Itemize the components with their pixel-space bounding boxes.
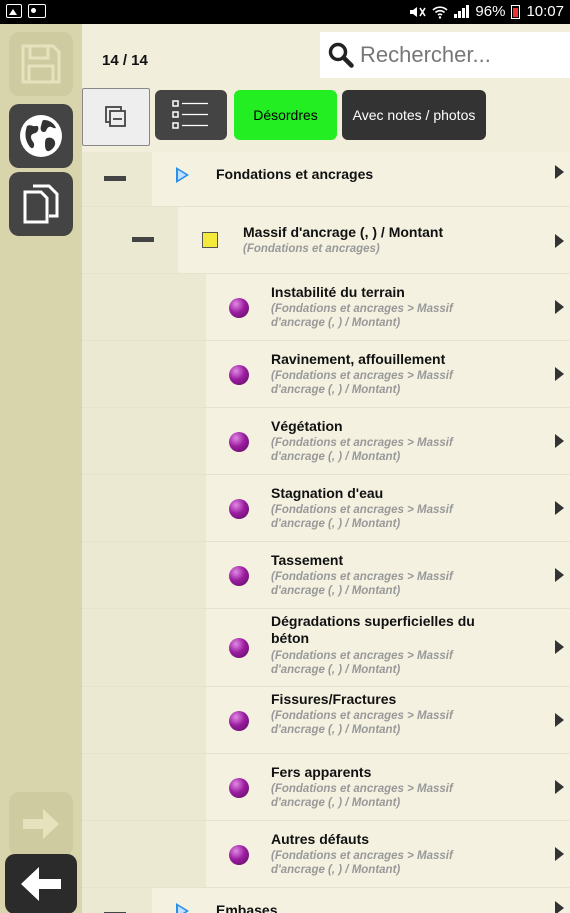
list-item[interactable]: Instabilité du terrain (Fondations et an…: [82, 274, 570, 341]
status-bar: 96% 10:07: [0, 0, 570, 24]
list-item[interactable]: Végétation (Fondations et ancrages > Mas…: [82, 408, 570, 475]
list-item[interactable]: Fers apparents (Fondations et ancrages >…: [82, 754, 570, 821]
top-bar: 14 / 14 Rechercher...: [82, 24, 570, 86]
filter-bar: Désordres Avec notes / photos: [82, 86, 570, 152]
item-label: Fers apparents: [271, 764, 372, 780]
search-icon: [328, 42, 354, 68]
chevron-right-icon[interactable]: [555, 234, 564, 248]
collapse-toggle-icon[interactable]: [132, 237, 154, 242]
chevron-right-icon[interactable]: [555, 434, 564, 448]
category-play-icon: [176, 903, 189, 913]
item-path: (Fondations et ancrages > Massif d'ancra…: [271, 571, 453, 597]
defect-dot-icon: [229, 298, 249, 318]
chevron-right-icon[interactable]: [555, 640, 564, 654]
element-path: (Fondations et ancrages): [243, 243, 380, 255]
item-path: (Fondations et ancrages > Massif d'ancra…: [271, 303, 453, 329]
category-row[interactable]: Fondations et ancrages: [82, 152, 570, 207]
collapse-icon: [105, 106, 126, 127]
card-notification-icon: [28, 4, 46, 18]
item-path: (Fondations et ancrages > Massif d'ancra…: [271, 710, 453, 736]
chevron-right-icon[interactable]: [555, 568, 564, 582]
battery-percent: 96%: [475, 3, 506, 20]
item-label: Autres défauts: [271, 831, 370, 847]
chevron-right-icon[interactable]: [555, 501, 564, 515]
tree-list: Fondations et ancrages Massif d'ancrage …: [82, 152, 570, 913]
copy-button[interactable]: [9, 172, 73, 236]
forward-button[interactable]: [9, 792, 73, 856]
back-button[interactable]: [5, 854, 77, 913]
forward-arrow-icon: [23, 809, 59, 839]
category-label: Embases: [216, 902, 278, 913]
category-label: Fondations et ancrages: [216, 166, 374, 182]
globe-button[interactable]: [9, 104, 73, 168]
chevron-right-icon[interactable]: [555, 901, 564, 913]
defect-dot-icon: [229, 365, 249, 385]
item-path: (Fondations et ancrages > Massif d'ancra…: [271, 504, 453, 530]
list-item[interactable]: Ravinement, affouillement (Fondations et…: [82, 341, 570, 408]
item-label: Stagnation d'eau: [271, 485, 384, 501]
list-item[interactable]: Fissures/Fractures (Fondations et ancrag…: [82, 687, 570, 754]
list-view-button[interactable]: [155, 90, 227, 140]
defect-dot-icon: [229, 432, 249, 452]
chevron-right-icon[interactable]: [555, 367, 564, 381]
app-root: { "status_bar": { "battery": "96%", "tim…: [0, 0, 570, 913]
chevron-right-icon[interactable]: [555, 165, 564, 179]
list-item[interactable]: Dégradations superficielles du béton (Fo…: [82, 609, 570, 687]
item-label: Fissures/Fractures: [271, 691, 397, 707]
image-notification-icon: [6, 4, 22, 18]
globe-icon: [20, 115, 62, 157]
defect-dot-icon: [229, 711, 249, 731]
item-path: (Fondations et ancrages > Massif d'ancra…: [271, 850, 453, 876]
chevron-right-icon[interactable]: [555, 780, 564, 794]
list-icon: [172, 100, 208, 129]
chevron-right-icon[interactable]: [555, 713, 564, 727]
collapse-toggle-icon[interactable]: [104, 176, 126, 181]
signal-icon: [454, 5, 470, 18]
back-arrow-icon: [21, 867, 61, 901]
list-item[interactable]: Autres défauts (Fondations et ancrages >…: [82, 821, 570, 888]
list-item[interactable]: Stagnation d'eau (Fondations et ancrages…: [82, 475, 570, 542]
item-path: (Fondations et ancrages > Massif d'ancra…: [271, 437, 453, 463]
left-rail: [0, 24, 82, 913]
item-path: (Fondations et ancrages > Massif d'ancra…: [271, 370, 453, 396]
defect-dot-icon: [229, 778, 249, 798]
item-label: Ravinement, affouillement: [271, 351, 446, 367]
item-label: Végétation: [271, 418, 343, 434]
list-item[interactable]: Tassement (Fondations et ancrages > Mass…: [82, 542, 570, 609]
chevron-right-icon[interactable]: [555, 300, 564, 314]
category-play-icon: [176, 167, 189, 183]
element-row[interactable]: Massif d'ancrage (, ) / Montant (Fondati…: [82, 207, 570, 274]
collapse-all-button[interactable]: [82, 88, 150, 146]
search-placeholder: Rechercher...: [360, 42, 491, 67]
notes-photos-filter-button[interactable]: Avec notes / photos: [342, 90, 486, 140]
save-button[interactable]: [9, 32, 73, 96]
defect-dot-icon: [229, 499, 249, 519]
copy-icon: [23, 184, 59, 224]
item-label: Dégradations superficielles du béton: [271, 613, 475, 646]
battery-icon: [511, 4, 521, 19]
item-label: Instabilité du terrain: [271, 284, 405, 300]
element-label: Massif d'ancrage (, ) / Montant: [243, 224, 444, 240]
save-icon: [21, 44, 61, 84]
category-row[interactable]: Embases: [82, 888, 570, 913]
search-field[interactable]: Rechercher...: [320, 32, 570, 78]
item-path: (Fondations et ancrages > Massif d'ancra…: [271, 783, 453, 809]
item-path: (Fondations et ancrages > Massif d'ancra…: [271, 650, 453, 676]
item-label: Tassement: [271, 552, 344, 568]
wifi-icon: [432, 5, 448, 19]
clock: 10:07: [526, 3, 564, 20]
defect-dot-icon: [229, 845, 249, 865]
defect-dot-icon: [229, 638, 249, 658]
desordres-filter-button[interactable]: Désordres: [234, 90, 337, 140]
element-square-icon: [202, 232, 218, 248]
defect-dot-icon: [229, 566, 249, 586]
mute-icon: [410, 6, 427, 17]
item-counter: 14 / 14: [102, 52, 148, 69]
chevron-right-icon[interactable]: [555, 847, 564, 861]
